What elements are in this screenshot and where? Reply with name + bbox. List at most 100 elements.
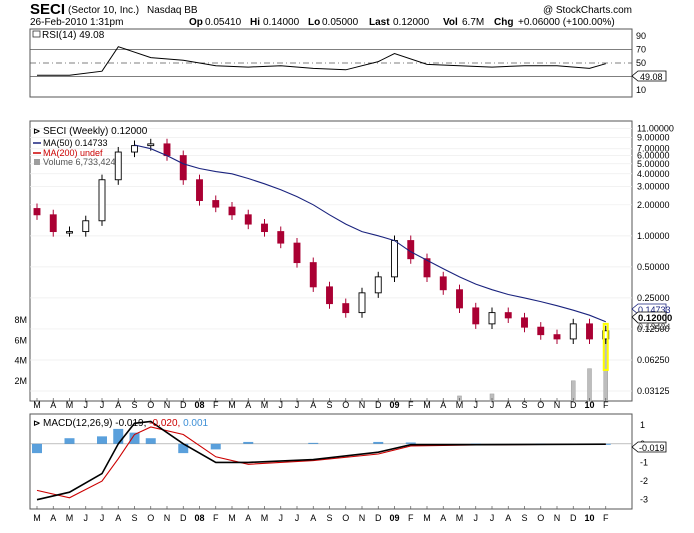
partial-badge-text: 0.13424 (638, 322, 671, 332)
candle-body (569, 323, 577, 340)
macd-x-label: J (474, 513, 479, 523)
candle-body (586, 323, 593, 340)
price-legend-title: SECI (Weekly) 0.12000 (43, 126, 148, 137)
rsi-badge-text: 49.08 (640, 72, 663, 82)
price-x-label: J (490, 400, 495, 410)
price-x-label: F (213, 400, 219, 410)
change-value: +0.06000 (+100.00%) (518, 17, 615, 28)
macd-x-label: M (423, 513, 431, 523)
price-axis-label: 5.00000 (637, 159, 670, 169)
macd-x-label: F (603, 513, 609, 523)
price-x-label: 09 (389, 400, 399, 410)
price-x-label: A (310, 400, 316, 410)
macd-legend: ⊳ MACD(12,26,9) -0.019, -0.020, 0.001 (33, 418, 209, 429)
price-x-label: A (505, 400, 511, 410)
macd-x-label: M (456, 513, 464, 523)
price-x-label: F (408, 400, 414, 410)
price-x-label: J (295, 400, 300, 410)
volume-bar (587, 368, 592, 402)
price-x-label: A (115, 400, 121, 410)
macd-x-label: D (375, 513, 382, 523)
symbol: SECI (30, 1, 65, 18)
price-axis-label: 0.25000 (637, 293, 670, 303)
macd-x-label: M (228, 513, 236, 523)
rsi-badge: 49.08 (631, 70, 667, 82)
candle-body (374, 276, 382, 294)
candle-body (553, 334, 561, 340)
price-x-label: D (375, 400, 382, 410)
price-x-label: N (164, 400, 171, 410)
candle-body (66, 231, 73, 234)
price-x-label: A (50, 400, 56, 410)
macd-histogram-bar (243, 441, 254, 444)
candle-body (277, 231, 285, 244)
macd-x-label: F (213, 513, 219, 523)
macd-x-label: 09 (389, 513, 399, 523)
macd-badge: -0.019 (631, 441, 667, 453)
rsi-legend-swatch (32, 30, 41, 38)
ma50-legend-label: MA(50) 0.14733 (43, 138, 108, 148)
candle-body (488, 312, 496, 325)
volume-axis-label: 6M (14, 335, 27, 345)
macd-histogram-bar (373, 441, 384, 444)
candle-body (33, 208, 41, 216)
macd-signal-value: -0.020, (149, 418, 180, 429)
rsi-axis-label: 10 (636, 85, 646, 95)
rsi-label: RSI(14) 49.08 (42, 30, 105, 41)
rsi-axis-label: 70 (636, 44, 646, 54)
macd-histogram-bar (308, 442, 319, 444)
price-axis-label: 1.00000 (637, 231, 670, 241)
price-x-label: F (603, 400, 609, 410)
copyright: @ StockCharts.com (543, 5, 632, 16)
macd-x-label: A (310, 513, 316, 523)
macd-x-label: M (33, 513, 41, 523)
exchange: Nasdaq BB (147, 5, 198, 16)
low-value: 0.05000 (322, 17, 359, 28)
macd-axis-label: -2 (640, 476, 648, 486)
volume-axis-label: 2M (14, 376, 27, 386)
macd-x-label: A (505, 513, 511, 523)
macd-x-label: M (66, 513, 74, 523)
volume-axis-label: 8M (14, 315, 27, 325)
candle-body (244, 214, 252, 225)
macd-x-label: 08 (194, 513, 204, 523)
price-axis-label: 4.00000 (637, 169, 670, 179)
volume-legend-swatch (34, 159, 40, 165)
macd-x-label: D (180, 513, 187, 523)
price-x-label: M (66, 400, 74, 410)
candle-body (439, 276, 447, 291)
macd-axis-label: -3 (640, 495, 648, 505)
macd-x-label: A (245, 513, 251, 523)
candle-body (504, 312, 512, 319)
price-x-label: M (423, 400, 431, 410)
change-label: Chg (494, 17, 513, 28)
macd-x-label: N (164, 513, 171, 523)
candle-body (342, 303, 350, 314)
price-x-label: O (537, 400, 544, 410)
candle-body (358, 292, 366, 314)
macd-arrow-icon: ⊳ (33, 418, 41, 428)
candle-body (82, 220, 90, 233)
rsi-legend: RSI(14) 49.08 (32, 30, 105, 41)
open-label: Op (189, 17, 203, 28)
candle-body (293, 242, 301, 264)
price-x-label: A (245, 400, 251, 410)
price-x-label: D (180, 400, 187, 410)
macd-x-label: S (326, 513, 332, 523)
macd-histogram-bar (145, 438, 156, 444)
price-x-label: M (261, 400, 269, 410)
candle-body (49, 214, 57, 233)
candle-body (309, 262, 317, 288)
candle-body (131, 145, 138, 153)
candle-body (326, 286, 333, 305)
legend-arrow-icon: ⊳ (33, 126, 41, 136)
price-x-label: 10 (584, 400, 594, 410)
last-label: Last (369, 17, 390, 28)
candle-body (179, 155, 187, 181)
datetime: 26-Feb-2010 1:31pm (30, 17, 123, 28)
macd-x-label: S (521, 513, 527, 523)
price-axis-label: 0.50000 (637, 262, 670, 272)
candle-body (228, 206, 236, 216)
rsi-axis-label: 50 (636, 58, 646, 68)
high-label: Hi (250, 17, 260, 28)
